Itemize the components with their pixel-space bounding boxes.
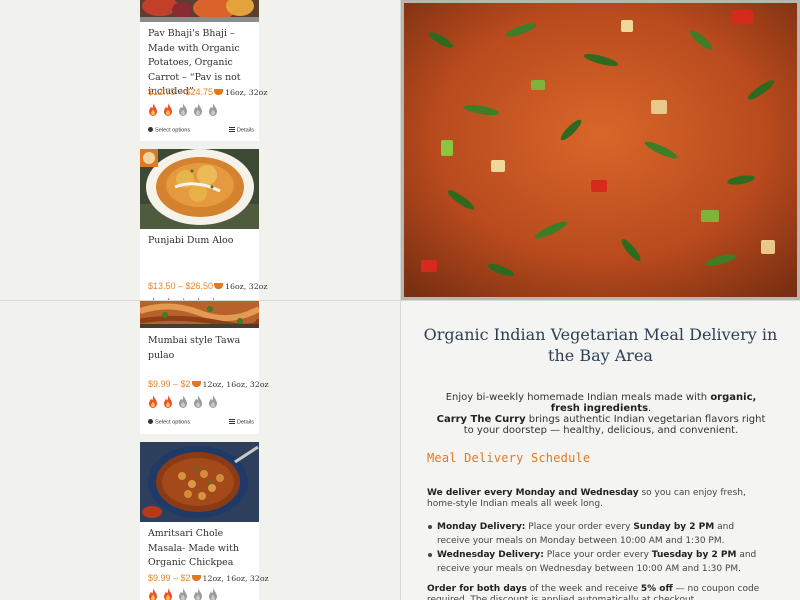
both-bold: Order for both days [427, 584, 527, 594]
product-actions: Select options Details [148, 419, 254, 429]
list-icon [228, 419, 235, 424]
monday-pre: Place your order every [525, 522, 634, 532]
flame-icon [149, 103, 157, 116]
product-sizes: 16oz, 32oz [225, 282, 268, 291]
flame-icon [164, 395, 172, 408]
list-item-wednesday: Wednesday Delivery: Place your order eve… [427, 548, 767, 576]
flame-icon [164, 588, 172, 600]
price-row: $9.99 – $2 12oz, 16oz, 32oz [148, 573, 269, 585]
delivery-list: Monday Delivery: Place your order every … [427, 520, 767, 576]
both-days-discount: Order for both days of the week and rece… [427, 584, 777, 600]
price-row: $9.99 – $2 12oz, 16oz, 32oz [148, 379, 269, 391]
flame-icon [209, 103, 217, 116]
flame-icon [164, 103, 172, 116]
delivery-info-panel: Organic Indian Vegetarian Meal Delivery … [401, 301, 800, 600]
intro-text: Enjoy bi-weekly homemade Indian meals ma… [431, 392, 771, 436]
flame-icon [179, 395, 187, 408]
flame-icon [194, 588, 202, 600]
product-sizes: 16oz, 32oz [225, 88, 268, 97]
product-sizes: 12oz, 16oz, 32oz [202, 380, 269, 389]
options-icon [148, 127, 153, 132]
product-name[interactable]: Mumbai style Tawa pulao [148, 334, 254, 363]
discount-amount: 5% off [640, 584, 673, 594]
product-column: Mumbai style Tawa pulao $9.99 – $2 12oz, … [140, 301, 269, 600]
product-name[interactable]: Amritsari Chole Masala- Made with Organi… [148, 527, 254, 571]
price-row: $12.75 – $24.75 16oz, 32oz [148, 87, 267, 99]
flame-icon [149, 588, 157, 600]
pot-icon [191, 575, 201, 581]
details-link[interactable]: Details [228, 127, 254, 134]
details-link[interactable]: Details [228, 419, 254, 426]
product-grid-top: Pav Bhaji's Bhaji – Made with Organic Po… [0, 0, 400, 300]
product-sizes: 12oz, 16oz, 32oz [202, 574, 269, 583]
delivery-days-text: We deliver every Monday and Wednesday so… [427, 488, 777, 509]
product-image-chole-masala[interactable] [140, 442, 259, 522]
flame-icon [194, 103, 202, 116]
card-gap [140, 141, 259, 149]
select-options-label: Select options [155, 127, 191, 134]
options-icon [148, 419, 153, 424]
product-grid-bottom: Mumbai style Tawa pulao $9.99 – $2 12oz, … [0, 301, 400, 600]
spice-level [148, 586, 223, 600]
details-label: Details [236, 419, 254, 426]
page-title: Organic Indian Vegetarian Meal Delivery … [423, 325, 778, 365]
flame-icon [179, 103, 187, 116]
flame-icon [194, 395, 202, 408]
intro-pre: Enjoy bi-weekly homemade Indian meals ma… [445, 392, 711, 403]
product-image-pav-bhaji[interactable] [140, 0, 259, 22]
pot-icon [214, 283, 224, 289]
hero-food-image [401, 0, 800, 300]
product-price: $9.99 – $2 [148, 379, 191, 389]
schedule-heading: Meal Delivery Schedule [427, 451, 591, 465]
price-row: $13.50 – $26.50 16oz, 32oz [148, 281, 267, 293]
brand-name: Carry The Curry [436, 414, 526, 425]
list-icon [228, 127, 235, 132]
product-actions: Select options Details [148, 127, 254, 137]
select-options-link[interactable]: Select options [148, 127, 190, 134]
product-price: $13.50 – $26.50 [148, 281, 214, 291]
spice-level [148, 101, 223, 116]
intro-end: . [648, 403, 652, 414]
product-column: Pav Bhaji's Bhaji – Made with Organic Po… [140, 0, 267, 300]
flame-icon [179, 588, 187, 600]
wednesday-label: Wednesday Delivery: [437, 550, 544, 560]
monday-label: Monday Delivery: [437, 522, 526, 532]
wednesday-pre: Place your order every [543, 550, 652, 560]
flame-icon [209, 588, 217, 600]
product-image-dum-aloo[interactable] [140, 149, 259, 229]
product-image-tawa-pulao[interactable] [140, 301, 259, 328]
deliver-bold: We deliver every Monday and Wednesday [427, 488, 639, 498]
card-gap [140, 434, 259, 442]
product-price: $9.99 – $2 [148, 573, 191, 583]
monday-deadline: Sunday by 2 PM [633, 522, 715, 532]
pot-icon [214, 89, 224, 95]
both-mid: of the week and receive [526, 584, 641, 594]
pot-icon [191, 381, 201, 387]
spice-level [148, 393, 223, 408]
flame-icon [209, 395, 217, 408]
quadrant-divider-horizontal [0, 300, 800, 301]
select-options-link[interactable]: Select options [148, 419, 190, 426]
product-price: $12.75 – $24.75 [148, 87, 214, 97]
list-item-monday: Monday Delivery: Place your order every … [427, 520, 767, 548]
product-name[interactable]: Punjabi Dum Aloo [148, 234, 254, 249]
wednesday-deadline: Tuesday by 2 PM [651, 550, 737, 560]
flame-icon [149, 395, 157, 408]
details-label: Details [236, 127, 254, 134]
select-options-label: Select options [155, 419, 191, 426]
